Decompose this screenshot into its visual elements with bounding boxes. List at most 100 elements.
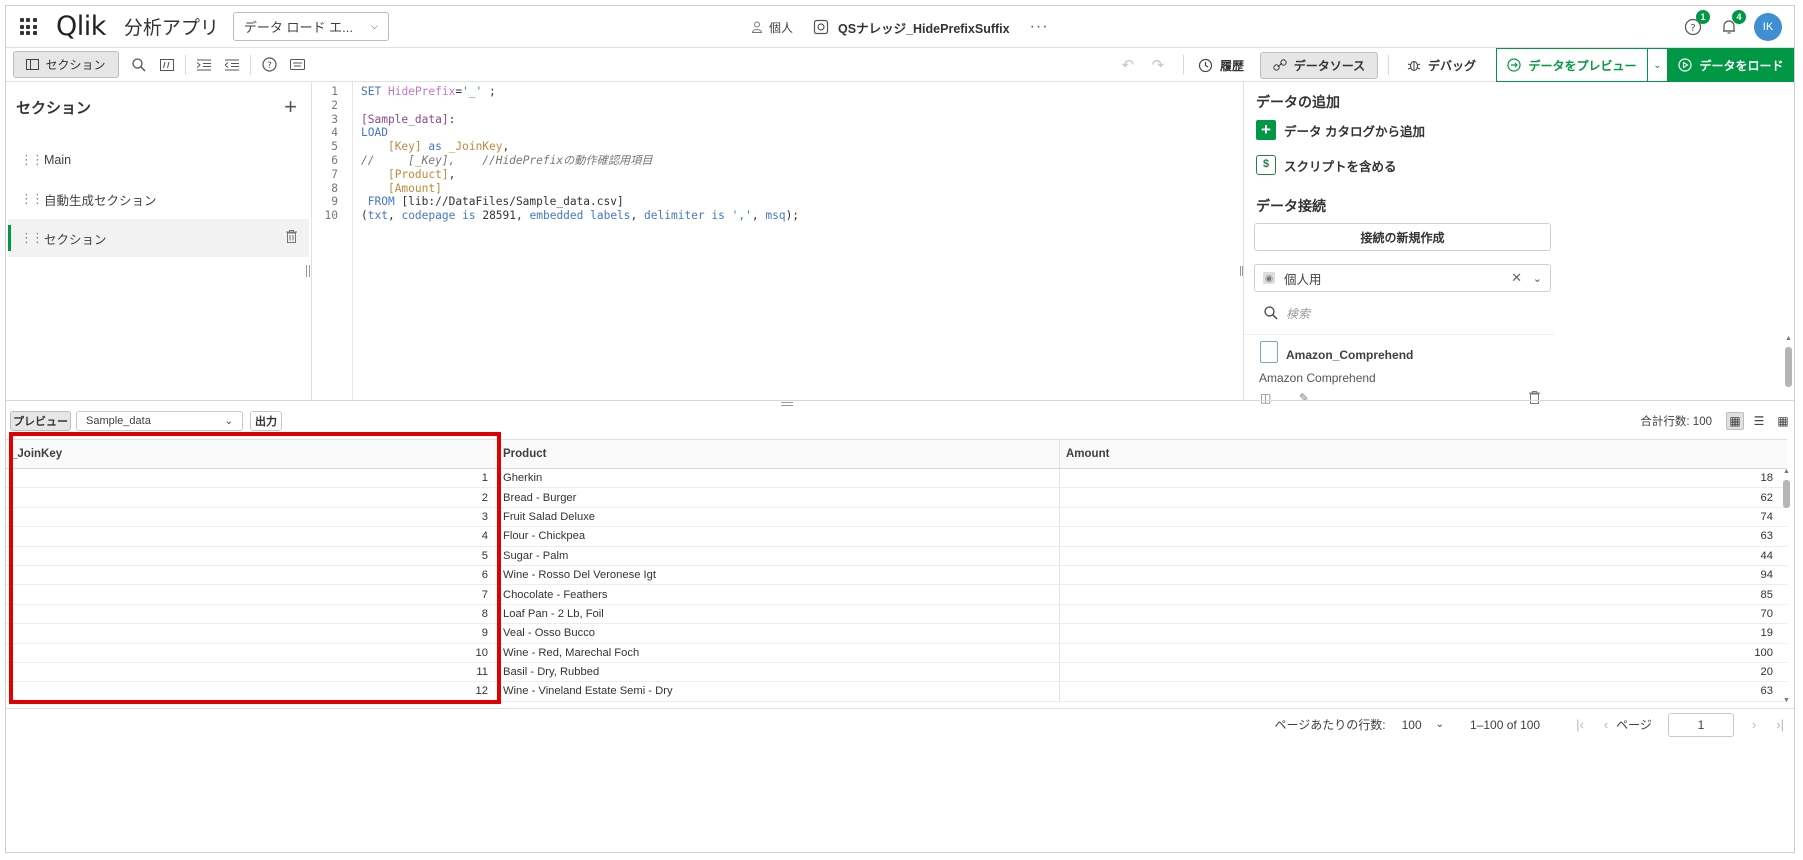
- table-row[interactable]: 10 Wine - Red, Marechal Foch 100: [6, 643, 1787, 663]
- drag-handle-icon[interactable]: ⋮⋮: [20, 152, 44, 168]
- select-data-icon[interactable]: ◫: [1260, 391, 1271, 405]
- table-row[interactable]: 12 Wine - Vineland Estate Semi - Dry 63: [6, 682, 1787, 702]
- comment-button[interactable]: [153, 51, 181, 78]
- script-editor[interactable]: 1 2 3 4 5 6 7 8 9 10 SET HidePrefix='_' …: [313, 82, 1243, 400]
- code-line: LOAD: [361, 126, 388, 140]
- delete-connection-icon[interactable]: [1529, 391, 1540, 407]
- connection-card[interactable]: Amazon_Comprehend Amazon Comprehend ◫ ✎: [1244, 334, 1554, 407]
- table-row[interactable]: 1 Gherkin 18: [6, 469, 1787, 489]
- syntax-help-button[interactable]: ?: [255, 51, 283, 78]
- add-section-icon[interactable]: +: [284, 96, 297, 118]
- table-row[interactable]: 11 Basil - Dry, Rubbed 20: [6, 662, 1787, 683]
- space-select[interactable]: ◉ 個人用 ✕ ⌄: [1254, 264, 1551, 292]
- history-button[interactable]: 履歴: [1188, 52, 1254, 79]
- indent-button[interactable]: [190, 51, 218, 78]
- preview-resize-handle[interactable]: [781, 402, 793, 406]
- table-row[interactable]: 5 Sugar - Palm 44: [6, 546, 1787, 566]
- table-row[interactable]: 6 Wine - Rosso Del Veronese Igt 94: [6, 565, 1787, 586]
- debug-button[interactable]: デバッグ: [1397, 52, 1486, 79]
- page-number-input[interactable]: 1: [1667, 712, 1734, 737]
- panel-resize-handle[interactable]: [1240, 266, 1243, 276]
- code-line: (txt, codepage is 28591, embedded labels…: [361, 209, 800, 223]
- next-page-icon[interactable]: ›: [1752, 717, 1756, 732]
- table-row[interactable]: 2 Bread - Burger 62: [6, 488, 1787, 508]
- section-item-main[interactable]: ⋮⋮ Main: [8, 141, 309, 179]
- preview-options-dropdown[interactable]: ⌄: [1648, 48, 1668, 82]
- indent-icon: [197, 59, 211, 70]
- line-number: 2: [331, 98, 338, 112]
- data-sources-button[interactable]: データソース: [1259, 51, 1378, 79]
- table-view-icon[interactable]: ▦: [1726, 412, 1744, 430]
- table-cell: Gherkin: [498, 469, 1059, 488]
- clear-icon[interactable]: ✕: [1511, 270, 1522, 286]
- debug-label: デバッグ: [1427, 58, 1476, 73]
- line-number: 8: [331, 181, 338, 195]
- table-row[interactable]: 7 Chocolate - Feathers 85: [6, 585, 1787, 605]
- rows-per-page-select[interactable]: 100 ⌄: [1402, 718, 1444, 732]
- chevron-down-icon[interactable]: ⌄: [1533, 272, 1542, 285]
- new-connection-button[interactable]: 接続の新規作成: [1254, 223, 1551, 251]
- help-button[interactable]: ? 1: [1682, 10, 1710, 38]
- table-select[interactable]: Sample_data ⌄: [76, 411, 243, 431]
- last-page-icon[interactable]: ›|: [1776, 717, 1784, 732]
- table-cell: 3: [481, 510, 488, 523]
- table-cell: 94: [1059, 565, 1787, 585]
- first-page-icon[interactable]: |‹: [1576, 717, 1584, 732]
- connection-search[interactable]: 検索: [1254, 298, 1551, 328]
- undo-icon[interactable]: ↶: [1113, 56, 1143, 74]
- space-info[interactable]: 個人: [751, 19, 793, 36]
- column-header[interactable]: Product: [498, 440, 1059, 468]
- view-dropdown[interactable]: データ ロード エ... ⌵: [232, 12, 389, 41]
- data-sources-panel: データの追加 + データ カタログから追加 $ スクリプトを含める データ接続 …: [1240, 82, 1794, 405]
- delete-section-icon[interactable]: [286, 230, 297, 246]
- toggle-sections-button[interactable]: セクション: [13, 51, 119, 78]
- list-view-icon[interactable]: ☰: [1750, 412, 1768, 430]
- app-name[interactable]: QSナレッジ_HidePrefixSuffix: [813, 18, 1010, 37]
- previous-page-icon[interactable]: ‹: [1604, 717, 1608, 732]
- app-type-label: 分析アプリ: [123, 18, 219, 39]
- table-cell: 63: [1059, 682, 1787, 701]
- data-panel-scrollbar[interactable]: ▲: [1785, 335, 1792, 398]
- redo-icon[interactable]: ↷: [1143, 56, 1173, 74]
- section-item-section[interactable]: ⋮⋮ セクション: [8, 219, 309, 257]
- preview-data-button[interactable]: データをプレビュー: [1496, 48, 1648, 82]
- notifications-button[interactable]: 4: [1718, 10, 1746, 38]
- total-rows: 合計行数: 100: [1640, 416, 1712, 428]
- add-from-catalog-label: データ カタログから追加: [1284, 124, 1425, 139]
- history-icon: [1198, 58, 1213, 72]
- table-row[interactable]: 8 Loaf Pan - 2 Lb, Foil 70: [6, 604, 1787, 625]
- panel-resize-handle[interactable]: [306, 265, 310, 277]
- column-header[interactable]: _JoinKey: [6, 440, 498, 468]
- output-tab[interactable]: 出力: [250, 411, 282, 431]
- include-script-button[interactable]: $ スクリプトを含める: [1256, 155, 1397, 175]
- preview-tab[interactable]: プレビュー: [10, 411, 71, 431]
- grid-view-icon[interactable]: ▦: [1774, 412, 1792, 430]
- keyboard-shortcuts-button[interactable]: [283, 51, 311, 78]
- scrollbar-thumb[interactable]: [1783, 480, 1790, 508]
- more-options-icon[interactable]: ···: [1030, 18, 1049, 36]
- column-header[interactable]: Amount: [1059, 440, 1787, 468]
- scroll-up-icon[interactable]: ▲: [1783, 468, 1790, 475]
- preview-table: _JoinKey Product Amount 1 Gherkin 18 2 Bread…: [6, 439, 1787, 710]
- scroll-up-icon[interactable]: ▲: [1785, 335, 1792, 342]
- section-item-auto-generated[interactable]: ⋮⋮ 自動生成セクション: [8, 180, 309, 218]
- scrollbar-thumb[interactable]: [1785, 347, 1792, 387]
- drag-handle-icon[interactable]: ⋮⋮: [20, 191, 44, 207]
- drag-handle-icon[interactable]: ⋮⋮: [20, 230, 44, 246]
- outdent-button[interactable]: [218, 51, 246, 78]
- table-row[interactable]: 4 Flour - Chickpea 63: [6, 527, 1787, 547]
- search-button[interactable]: [125, 51, 153, 78]
- table-row[interactable]: 9 Veal - Osso Bucco 19: [6, 624, 1787, 644]
- add-from-catalog-button[interactable]: + データ カタログから追加: [1256, 120, 1425, 140]
- edit-icon[interactable]: ✎: [1299, 391, 1309, 405]
- table-row[interactable]: 3 Fruit Salad Deluxe 74: [6, 507, 1787, 528]
- script-code[interactable]: SET HidePrefix='_' ; [Sample_data]: LOAD…: [361, 85, 799, 223]
- scroll-down-icon[interactable]: ▼: [1783, 697, 1790, 704]
- table-scrollbar[interactable]: ▲ ▼: [1783, 468, 1790, 704]
- qlik-logo[interactable]: Qlik: [56, 6, 106, 48]
- search-input[interactable]: 検索: [1286, 305, 1310, 322]
- table-cell: Basil - Dry, Rubbed: [498, 662, 1059, 682]
- user-avatar[interactable]: IK: [1754, 13, 1782, 41]
- load-data-button[interactable]: データをロード: [1668, 48, 1794, 82]
- app-launcher-icon[interactable]: [18, 17, 38, 37]
